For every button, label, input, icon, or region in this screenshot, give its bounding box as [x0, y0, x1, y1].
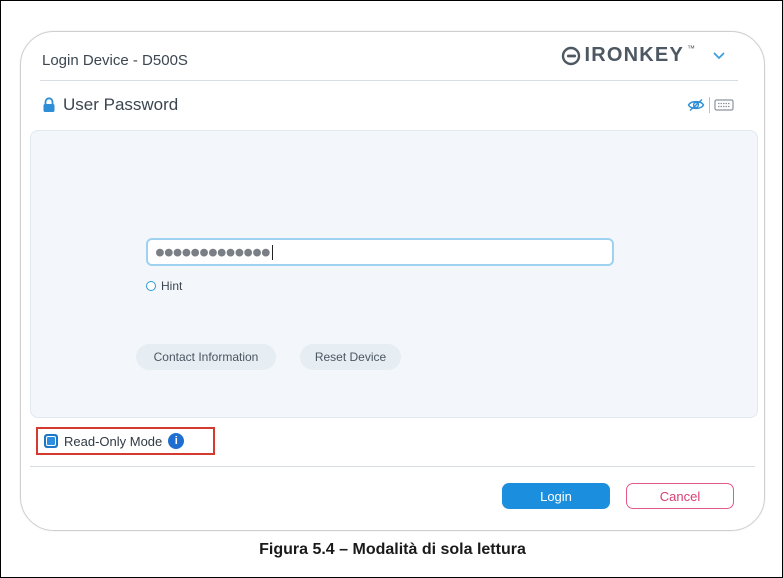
- text-caret: [271, 244, 273, 260]
- read-only-checkbox[interactable]: [44, 434, 58, 448]
- hint-label: Hint: [161, 279, 183, 293]
- contact-information-button[interactable]: Contact Information: [136, 344, 276, 370]
- password-masked-value: ●●●●●●●●●●●●●: [156, 244, 271, 260]
- hint-toggle[interactable]: Hint: [146, 279, 182, 293]
- section-title: User Password: [63, 95, 179, 114]
- read-only-mode-highlight: Read-Only Mode i: [36, 427, 215, 455]
- header-tools: [687, 97, 734, 113]
- brand-menu[interactable]: IRONKEY ™: [561, 44, 726, 67]
- lock-icon: [43, 97, 55, 112]
- login-dialog: Login Device - D500S IRONKEY ™ User Pass…: [20, 31, 765, 531]
- window-title: Login Device - D500S: [42, 52, 188, 69]
- reset-device-button[interactable]: Reset Device: [300, 344, 401, 370]
- section-header: User Password: [42, 95, 178, 115]
- cancel-button[interactable]: Cancel: [626, 483, 734, 509]
- password-input[interactable]: ●●●●●●●●●●●●●: [146, 238, 614, 266]
- chevron-down-icon[interactable]: [712, 51, 726, 61]
- footer-divider: [30, 466, 755, 467]
- keyboard-icon[interactable]: [714, 98, 734, 112]
- eye-off-icon[interactable]: [687, 98, 705, 112]
- info-icon[interactable]: i: [168, 433, 185, 449]
- login-button[interactable]: Login: [502, 483, 610, 509]
- password-panel: ●●●●●●●●●●●●● Hint Contact Information R…: [30, 130, 758, 418]
- checkbox-checked-mark: [46, 436, 56, 446]
- brand-trademark: ™: [687, 44, 695, 53]
- read-only-label: Read-Only Mode: [64, 433, 163, 449]
- tool-divider: [709, 97, 710, 113]
- hint-radio-icon: [146, 281, 156, 291]
- figure-frame: Login Device - D500S IRONKEY ™ User Pass…: [0, 0, 783, 578]
- title-bar: Login Device - D500S IRONKEY ™: [40, 44, 738, 81]
- figure-caption: Figura 5.4 – Modalità di sola lettura: [259, 541, 526, 558]
- brand-name: IRONKEY: [584, 44, 684, 66]
- ironkey-logo-icon: [562, 46, 581, 65]
